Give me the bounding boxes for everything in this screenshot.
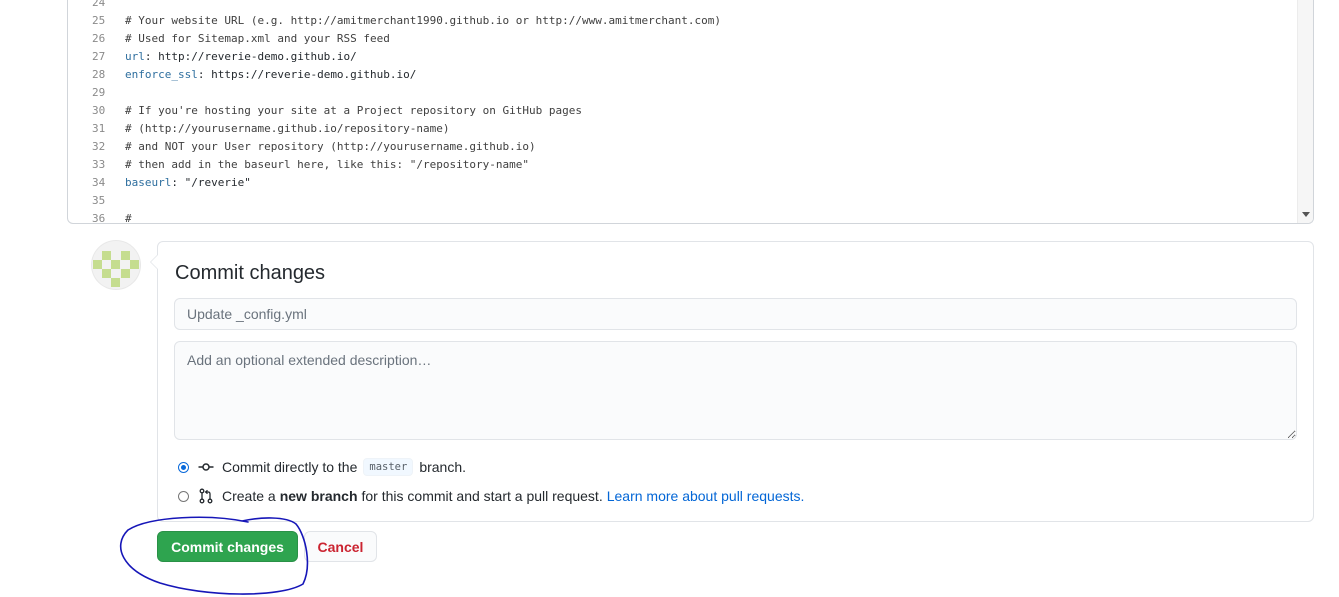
line-number: 24 — [92, 0, 106, 9]
option-new-branch-prefix: Create a — [222, 488, 276, 504]
code-comment: # — [125, 212, 132, 224]
code-value: "/reverie" — [177, 176, 251, 189]
learn-more-pull-requests-link[interactable]: Learn more about pull requests. — [607, 488, 805, 504]
code-key: url — [125, 50, 145, 63]
commit-form: Commit changes Commit directly to the ma… — [150, 241, 1314, 522]
code-comment: # (http://yourusername.github.io/reposit… — [125, 122, 450, 135]
commit-changes-button[interactable]: Commit changes — [157, 531, 298, 562]
cancel-button[interactable]: Cancel — [304, 531, 377, 562]
code-value: http://reverie-demo.github.io/ — [151, 50, 357, 63]
code-comment: # Your website URL (e.g. http://amitmerc… — [125, 14, 722, 27]
avatar — [92, 241, 140, 289]
code-key-value: url: http://reverie-demo.github.io/ — [125, 50, 357, 63]
option-direct-prefix: Commit directly to the — [222, 459, 358, 475]
scroll-down-arrow-icon[interactable] — [1302, 212, 1310, 217]
radio-commit-direct[interactable] — [178, 461, 189, 473]
line-number: 29 — [92, 86, 106, 99]
option-direct-suffix: branch. — [419, 459, 467, 475]
radio-new-branch[interactable] — [178, 490, 189, 502]
code-comment: # If you're hosting your site at a Proje… — [125, 104, 582, 117]
line-number: 32 — [92, 140, 106, 153]
code-key-value: baseurl: "/reverie" — [125, 176, 251, 189]
line-number: 35 — [92, 194, 106, 207]
line-number: 28 — [92, 68, 106, 81]
line-number: 31 — [92, 122, 106, 135]
line-number: 30 — [92, 104, 106, 117]
option-new-branch-bold: new branch — [279, 488, 358, 504]
code-value: https://reverie-demo.github.io/ — [204, 68, 417, 81]
code-key: enforce_ssl — [125, 68, 198, 81]
line-number: 36 — [92, 212, 106, 224]
code-comment: # Used for Sitemap.xml and your RSS feed — [125, 32, 390, 45]
code-key-value: enforce_ssl: https://reverie-demo.github… — [125, 68, 417, 81]
line-number: 26 — [92, 32, 106, 45]
line-number: 34 — [92, 176, 106, 189]
code-key: baseurl — [125, 176, 172, 189]
option-new-branch[interactable]: Create a new branch for this commit and … — [178, 486, 804, 506]
code-comment: # and NOT your User repository (http://y… — [125, 140, 536, 153]
line-number: 27 — [92, 50, 106, 63]
branch-name-tag: master — [363, 458, 414, 476]
commit-summary-input[interactable] — [174, 298, 1297, 330]
commit-title: Commit changes — [175, 262, 326, 284]
code-editor[interactable]: 24 25 # Your website URL (e.g. http://amit… — [67, 0, 1314, 224]
editor-scrollbar[interactable] — [1297, 0, 1313, 223]
code-comment: # then add in the baseurl here, like thi… — [125, 158, 529, 171]
git-pull-request-icon — [199, 488, 213, 504]
line-number: 25 — [92, 14, 106, 27]
commit-description-input[interactable] — [174, 341, 1297, 440]
git-commit-icon — [198, 463, 214, 471]
line-number: 33 — [92, 158, 106, 171]
option-new-branch-suffix: for this commit and start a pull request… — [361, 488, 603, 504]
option-commit-direct[interactable]: Commit directly to the master branch. — [178, 457, 466, 477]
